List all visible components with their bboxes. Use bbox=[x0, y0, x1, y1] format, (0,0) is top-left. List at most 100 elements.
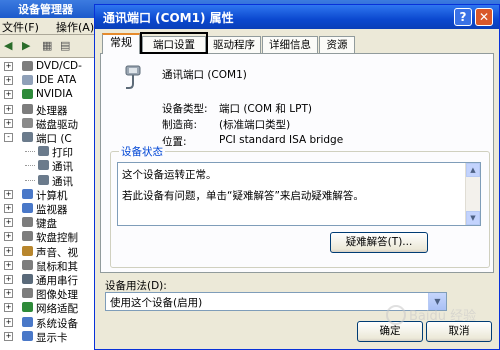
expand-icon[interactable]: + bbox=[4, 204, 13, 213]
tab-general[interactable]: 常规 bbox=[102, 33, 140, 54]
expand-icon[interactable]: + bbox=[4, 189, 13, 199]
menu-action[interactable]: 操作(A) bbox=[56, 19, 94, 35]
tree-item[interactable]: + 监视器 bbox=[0, 202, 100, 216]
expand-icon[interactable]: + bbox=[4, 90, 13, 100]
tree-item[interactable]: + 显示卡 bbox=[0, 330, 100, 344]
tree-item[interactable]: + 计算机 bbox=[0, 188, 100, 202]
expand-icon[interactable]: + bbox=[4, 232, 13, 242]
tab-resources[interactable]: 资源 bbox=[319, 36, 355, 53]
device-icon bbox=[22, 330, 33, 341]
expand-icon[interactable]: + bbox=[4, 104, 13, 114]
back-arrow-icon[interactable]: ◀ bbox=[4, 39, 18, 53]
tree-item[interactable]: 通讯 bbox=[0, 174, 100, 188]
tree-connector bbox=[25, 151, 35, 153]
device-icon bbox=[22, 103, 33, 114]
status-line-2: 若此设备有问题，单击“疑难解答”来启动疑难解答。 bbox=[122, 190, 364, 202]
device-tree: + DVD/CD- + IDE ATA + NVIDIA + 处理器 + 磁盘驱动 - 端口 (C 打印… bbox=[0, 58, 100, 350]
expand-icon[interactable]: + bbox=[4, 62, 13, 71]
tree-item[interactable]: + 软盘控制 bbox=[0, 230, 100, 244]
tree-item-label: 软盘控制 bbox=[36, 232, 78, 245]
tree-item-label: 监视器 bbox=[36, 204, 68, 216]
expand-icon[interactable]: + bbox=[4, 118, 13, 128]
tree-connector bbox=[25, 165, 35, 167]
troubleshoot-button[interactable]: 疑难解答(T)... bbox=[330, 232, 428, 253]
device-icon bbox=[22, 117, 33, 128]
general-tab-panel: 通讯端口 (COM1) 设备类型: 端口 (COM 和 LPT) 制造商: (标… bbox=[100, 53, 494, 273]
tree-item[interactable]: + 网络适配 bbox=[0, 301, 100, 315]
forward-arrow-icon[interactable]: ▶ bbox=[22, 39, 36, 53]
tree-item[interactable]: + 系统设备 bbox=[0, 316, 100, 330]
device-icon bbox=[22, 217, 33, 228]
tree-item-label: 系统设备 bbox=[36, 317, 78, 330]
manufacturer-value: (标准端口类型) bbox=[219, 119, 291, 131]
device-usage-label: 设备用法(D): bbox=[105, 280, 167, 292]
tree-item-label: NVIDIA bbox=[36, 88, 73, 101]
tree-item-label: 鼠标和其 bbox=[36, 260, 78, 273]
expand-icon[interactable]: + bbox=[4, 331, 13, 341]
device-icon bbox=[22, 61, 33, 71]
expand-icon[interactable]: + bbox=[4, 76, 13, 86]
device-type-value: 端口 (COM 和 LPT) bbox=[219, 103, 312, 115]
location-label: 位置: bbox=[162, 136, 187, 148]
close-button[interactable]: ✕ bbox=[475, 8, 493, 26]
tree-item[interactable]: + DVD/CD- bbox=[0, 60, 100, 74]
tree-item-label: 网络适配 bbox=[36, 303, 78, 316]
tree-item-label: IDE ATA bbox=[36, 74, 77, 87]
tree-item[interactable]: + IDE ATA bbox=[0, 74, 100, 88]
scroll-down-icon[interactable]: ▼ bbox=[466, 211, 480, 225]
tab-details[interactable]: 详细信息 bbox=[262, 36, 318, 53]
device-icon bbox=[22, 302, 33, 313]
menu-file[interactable]: 文件(F) bbox=[2, 19, 39, 35]
expand-icon[interactable]: + bbox=[4, 260, 13, 270]
tree-item-label: 计算机 bbox=[36, 189, 68, 202]
tree-item-label: 键盘 bbox=[36, 218, 57, 231]
tree-item-label: 通讯 bbox=[52, 175, 73, 188]
expand-icon[interactable]: + bbox=[4, 303, 13, 313]
tree-item-label: DVD/CD- bbox=[36, 60, 82, 72]
tab-driver[interactable]: 驱动程序 bbox=[207, 36, 261, 53]
scroll-up-icon[interactable]: ▲ bbox=[466, 163, 480, 177]
device-icon bbox=[22, 231, 33, 242]
help-button[interactable]: ? bbox=[454, 8, 472, 26]
tree-item-label: 图像处理 bbox=[36, 289, 78, 302]
print-icon[interactable]: ▤ bbox=[60, 39, 74, 53]
toolbar: ◀ ▶ ▦ ▤ bbox=[0, 35, 100, 58]
tree-item[interactable]: + 通用串行 bbox=[0, 273, 100, 287]
tree-item[interactable]: + 处理器 bbox=[0, 103, 100, 117]
expand-icon[interactable]: + bbox=[4, 246, 13, 256]
tree-item[interactable]: 打印 bbox=[0, 145, 100, 159]
device-icon bbox=[38, 146, 49, 157]
tree-item-label: 磁盘驱动 bbox=[36, 118, 78, 131]
device-icon bbox=[22, 203, 33, 213]
collapse-icon[interactable]: - bbox=[4, 133, 13, 142]
device-icon bbox=[38, 174, 49, 185]
dialog-titlebar: 通讯端口 (COM1) 属性 ? ✕ bbox=[95, 5, 499, 29]
expand-icon[interactable]: + bbox=[4, 317, 13, 327]
tree-item[interactable]: + 鼠标和其 bbox=[0, 259, 100, 273]
device-icon bbox=[22, 132, 33, 142]
tree-item-label: 通用串行 bbox=[36, 275, 78, 287]
tree-item-label: 端口 (C bbox=[36, 133, 72, 145]
tree-item[interactable]: + NVIDIA bbox=[0, 88, 100, 102]
tree-item[interactable]: 通讯 bbox=[0, 159, 100, 173]
status-scrollbar[interactable]: ▲ ▼ bbox=[465, 163, 480, 225]
device-status-group: 设备状态 这个设备运转正常。 若此设备有问题，单击“疑难解答”来启动疑难解答。 … bbox=[110, 144, 490, 268]
tree-item[interactable]: + 键盘 bbox=[0, 216, 100, 230]
tab-highlight-box bbox=[140, 32, 208, 54]
expand-icon[interactable]: + bbox=[4, 275, 13, 284]
device-status-label: 设备状态 bbox=[119, 144, 165, 159]
device-icon bbox=[22, 188, 33, 199]
device-status-textbox[interactable]: 这个设备运转正常。 若此设备有问题，单击“疑难解答”来启动疑难解答。 ▲ ▼ bbox=[117, 162, 481, 226]
properties-icon[interactable]: ▦ bbox=[42, 39, 56, 53]
expand-icon[interactable]: + bbox=[4, 218, 13, 228]
tree-item[interactable]: + 声音、视 bbox=[0, 245, 100, 259]
device-icon bbox=[22, 316, 33, 327]
tree-item[interactable]: + 图像处理 bbox=[0, 287, 100, 301]
tree-item-label: 打印 bbox=[52, 147, 73, 160]
manufacturer-label: 制造商: bbox=[162, 119, 198, 131]
tree-item[interactable]: + 磁盘驱动 bbox=[0, 117, 100, 131]
svg-text:Baidu 经验: Baidu 经验 bbox=[409, 308, 476, 324]
expand-icon[interactable]: + bbox=[4, 289, 13, 299]
tree-connector bbox=[25, 179, 35, 181]
tree-item[interactable]: - 端口 (C bbox=[0, 131, 100, 145]
